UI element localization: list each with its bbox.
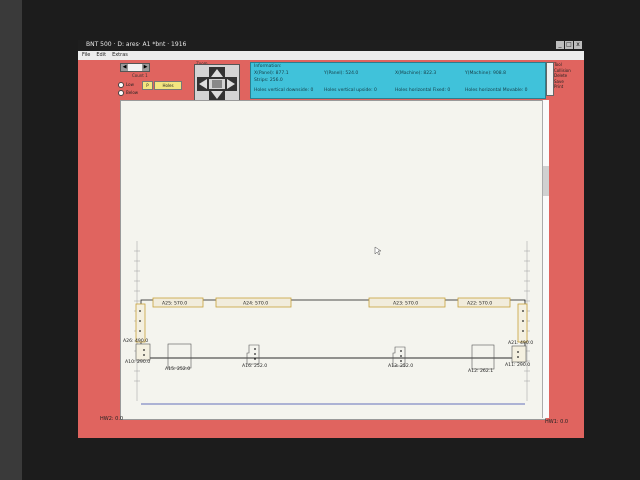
label-a24: A24: 570.0	[243, 301, 268, 307]
menu-file[interactable]: File	[82, 51, 90, 60]
label-a10: A10: 290.0	[125, 359, 150, 365]
label-a22: A22: 570.0	[467, 301, 492, 307]
status-hw2: HW2: 0.0	[100, 416, 124, 422]
info-holes-horizontal-movable: Holes horizontal Movable: 0	[465, 88, 528, 93]
info-holes-vertical-down: Holes vertical downside: 0	[254, 88, 314, 93]
info-title: Information:	[254, 64, 282, 69]
step-right-icon[interactable]: ▶	[142, 64, 149, 71]
info-y-panel: Y(Panel): 524.0	[324, 71, 359, 76]
suction-cup-a15	[167, 343, 192, 369]
info-strips: Strips: 256.0	[254, 78, 283, 83]
count-stepper[interactable]: ◀ ▶	[120, 63, 150, 72]
label-a12: A12: 262.1	[468, 368, 493, 374]
close-button[interactable]: x	[574, 41, 582, 49]
control-panel: ◀ ▶ Count 1 Low Below P Holes	[116, 62, 190, 102]
menu-edit[interactable]: Edit	[96, 51, 106, 60]
right-stop-bottom	[511, 345, 527, 363]
maximize-button[interactable]: □	[565, 41, 573, 49]
holes-button[interactable]: Holes	[154, 81, 182, 90]
suction-cup-a12	[471, 344, 495, 370]
label-a11: A11: 290.0	[505, 362, 530, 368]
minimize-button[interactable]: _	[556, 41, 564, 49]
info-holes-horizontal-fixed: Holes horizontal Fixed: 0	[395, 88, 451, 93]
p-button[interactable]: P	[142, 81, 153, 90]
label-a23: A23: 570.0	[393, 301, 418, 307]
menu-extras[interactable]: Extras	[112, 51, 128, 60]
info-x-machine: X(Machine): 822.3	[395, 71, 437, 76]
label-a26: A26: 490.0	[123, 338, 148, 344]
zoom-navigator[interactable]	[194, 64, 240, 104]
status-hw1: HW1: 0.0	[545, 419, 569, 425]
label-a16: A16: 252.0	[242, 363, 267, 369]
workpiece-outline	[140, 299, 526, 359]
info-scrollbar[interactable]	[546, 62, 554, 96]
panel-drawing[interactable]: A25: 570.0 A24: 570.0 A23: 570.0 A22: 57…	[121, 101, 545, 419]
radio-below[interactable]: Below	[118, 90, 178, 96]
navigation-arrows-icon[interactable]	[195, 65, 239, 103]
left-stop-top	[135, 303, 146, 343]
canvas-scrollbar[interactable]	[542, 100, 549, 418]
left-stop-bottom	[135, 343, 151, 361]
side-menu-print[interactable]: Print	[554, 84, 582, 90]
side-menu: Tool Collision Delete Save Print	[554, 62, 582, 90]
label-a13: A13: 252.0	[388, 363, 413, 369]
menu-bar: File Edit Extras	[78, 51, 584, 60]
information-panel: Information: X(Panel): 877.1 Y(Panel): 5…	[250, 62, 546, 99]
info-holes-vertical-up: Holes vertical upside: 0	[324, 88, 377, 93]
mouse-cursor-icon	[374, 246, 382, 256]
info-x-panel: X(Panel): 877.1	[254, 71, 289, 76]
step-left-icon[interactable]: ◀	[121, 64, 128, 71]
title-bar: BNT 500 · D: ares· A1 *bnt · 1916 _ □ x	[78, 40, 584, 51]
application-window: BNT 500 · D: ares· A1 *bnt · 1916 _ □ x …	[78, 40, 584, 438]
label-a21: A21: 490.0	[508, 340, 533, 346]
drawing-canvas[interactable]: A25: 570.0 A24: 570.0 A23: 570.0 A22: 57…	[120, 100, 546, 420]
monitor-bezel-left	[0, 0, 22, 480]
right-stop-top	[517, 303, 528, 343]
info-y-machine: Y(Machine): 908.8	[465, 71, 506, 76]
scrollbar-thumb[interactable]	[543, 166, 549, 196]
count-caption: Count 1	[132, 73, 148, 78]
window-title: BNT 500 · D: ares· A1 *bnt · 1916	[86, 41, 187, 48]
label-a15: A15: 252.0	[165, 366, 190, 372]
label-a25: A25: 570.0	[162, 301, 187, 307]
suction-cup-a16	[246, 344, 260, 365]
